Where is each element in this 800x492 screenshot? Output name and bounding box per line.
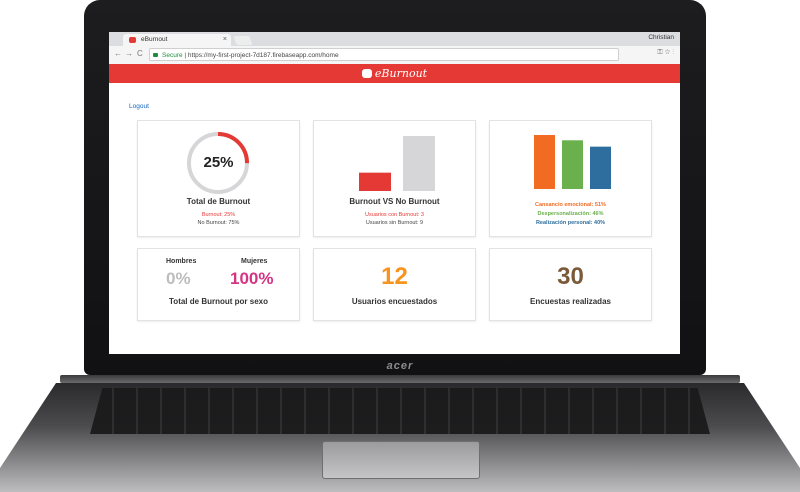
card-users-surveyed: 12 Usuarios encuestados [313, 248, 476, 321]
laptop-touchpad [322, 441, 480, 479]
label-hombres: Hombres [166, 258, 197, 265]
new-tab-button[interactable] [233, 36, 253, 45]
card-total-burnout: 25% Total de Burnout Burnout: 25% No Bur… [137, 120, 300, 237]
heart-logo-icon [361, 69, 372, 78]
browser-user-name[interactable]: Christian [648, 34, 674, 41]
close-tab-icon[interactable]: × [223, 34, 227, 46]
value-mujeres: 100% [230, 269, 274, 288]
cansancio-emocional-text: Cansancio emocional: 51% [535, 202, 606, 208]
bar-burnout [359, 172, 391, 191]
lock-icon [153, 53, 158, 57]
laptop-hinge [60, 375, 740, 383]
card-vs-title: Burnout VS No Burnout [349, 197, 440, 206]
bar-realizacion-personal [590, 146, 611, 189]
reload-icon[interactable]: C [137, 49, 143, 58]
app-header: eBurnout [109, 64, 680, 83]
url-input[interactable]: Secure | https://my-first-project-7d187.… [149, 48, 619, 61]
users-surveyed-label: Usuarios encuestados [351, 297, 438, 306]
card-sex-title: Total de Burnout por sexo [169, 297, 268, 306]
laptop-screen: eBurnout × Christian ← → C Secure | http… [109, 32, 680, 354]
bar-no-burnout [403, 136, 435, 191]
surveys-done-label: Encuestas realizadas [530, 297, 611, 306]
browser-menu-icons[interactable]: ⚿ ☆ ⋮ [657, 49, 674, 57]
surveys-done-count: 30 [557, 263, 584, 290]
card-dimensions: Cansancio emocional: 51% Despersonalizac… [489, 120, 652, 237]
url-text: https://my-first-project-7d187.firebasea… [187, 52, 339, 59]
dimensions-chart [534, 135, 611, 189]
browser-address-bar: ← → C Secure | https://my-first-project-… [109, 46, 680, 65]
burnout-vs-chart [359, 136, 435, 191]
browser-tab-bar: eBurnout × Christian [109, 32, 680, 46]
bar-cansancio-emocional [534, 135, 555, 189]
users-with-burnout-text: Usuarios con Burnout: 3 [364, 212, 424, 218]
secure-label: Secure [162, 52, 183, 59]
realizacion-personal-text: Realización personal: 40% [535, 220, 606, 226]
users-surveyed-count: 12 [381, 263, 408, 290]
users-without-burnout-text: Usuarios sin Burnout: 9 [365, 220, 424, 226]
value-hombres: 0% [166, 269, 191, 288]
card-burnout-by-sex: Hombres Mujeres 0% 100% Total de Burnout… [137, 248, 300, 321]
forward-arrow-icon[interactable]: → [125, 49, 133, 58]
burnout-percent-text: Burnout: 25% [201, 212, 236, 218]
browser-tab-title: eBurnout [141, 36, 168, 43]
card-burnout-vs: Burnout VS No Burnout Usuarios con Burno… [313, 120, 476, 237]
despersonalizacion-text: Despersonalización: 46% [537, 211, 604, 217]
back-arrow-icon[interactable]: ← [114, 49, 122, 58]
laptop-brand-logo: acer [386, 360, 414, 372]
donut-percent-label: 25% [203, 154, 234, 171]
heart-favicon-icon [129, 37, 136, 43]
card-surveys-done: 30 Encuestas realizadas [489, 248, 652, 321]
bar-despersonalizacion [562, 140, 583, 189]
card-total-title: Total de Burnout [186, 197, 251, 206]
laptop-keyboard [90, 388, 710, 434]
no-burnout-percent-text: No Burnout: 75% [197, 220, 240, 226]
logout-link[interactable]: Logout [129, 103, 149, 110]
browser-tab[interactable]: eBurnout × [123, 34, 231, 46]
app-title: eBurnout [374, 67, 428, 80]
label-mujeres: Mujeres [241, 258, 268, 265]
